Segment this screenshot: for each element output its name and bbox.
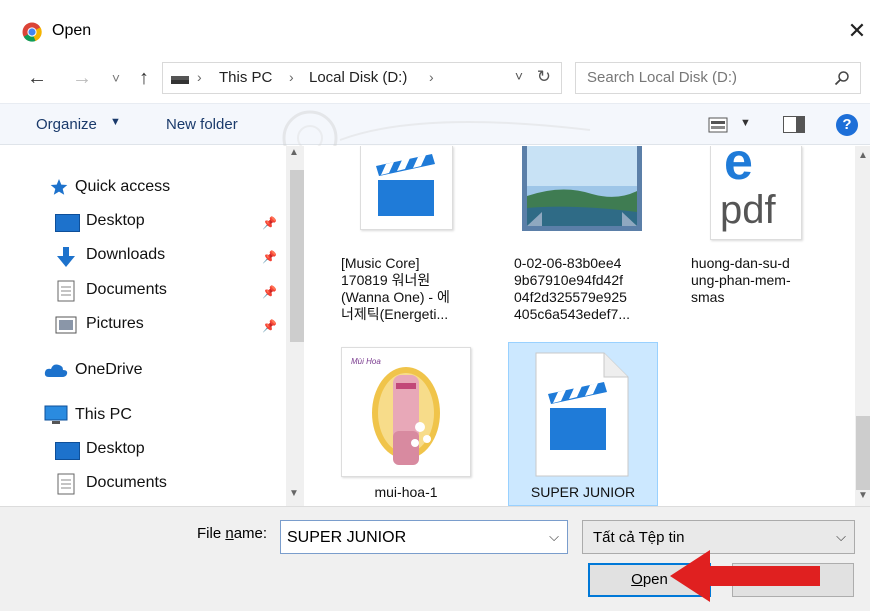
pin-icon: 📌: [262, 319, 277, 333]
address-bar[interactable]: › This PC › Local Disk (D:) › ˅ ↻: [162, 62, 562, 94]
nav-this-pc[interactable]: This PC: [75, 406, 132, 424]
window-title: Open: [52, 22, 92, 39]
documents-icon: [57, 280, 75, 302]
pin-icon: 📌: [262, 250, 277, 264]
documents-icon: [57, 473, 75, 495]
star-icon: [50, 179, 68, 195]
view-dropdown-button[interactable]: ▼: [740, 117, 751, 129]
preview-pane-button[interactable]: [783, 116, 805, 133]
help-button[interactable]: ?: [836, 114, 858, 136]
scroll-up-arrow-icon[interactable]: ▲: [289, 147, 299, 158]
up-button[interactable]: ↑: [132, 66, 156, 90]
back-button[interactable]: ←: [25, 66, 49, 90]
cloud-icon: [44, 364, 68, 377]
search-icon[interactable]: [834, 70, 850, 86]
file-item[interactable]: [522, 146, 642, 231]
file-name-field[interactable]: SUPER JUNIOR ⌵: [280, 520, 568, 554]
nav-documents[interactable]: Documents: [86, 281, 167, 299]
desktop-folder-icon: [55, 442, 80, 460]
view-options-icon[interactable]: [708, 117, 728, 133]
image-thumbnail-icon: [522, 146, 642, 231]
chrome-icon: [22, 22, 42, 42]
nav-onedrive[interactable]: OneDrive: [75, 361, 143, 379]
video-file-icon: [535, 352, 629, 477]
desktop-folder-icon: [55, 214, 80, 232]
file-name-selected[interactable]: SUPER JUNIOR: [508, 484, 658, 501]
edge-logo-icon: e: [724, 133, 753, 191]
navigation-pane: Quick access Desktop 📌 Downloads 📌 Docum…: [0, 146, 305, 506]
close-button[interactable]: ✕: [845, 18, 869, 44]
nav-downloads[interactable]: Downloads: [86, 246, 165, 264]
file-type-value[interactable]: Tất cả Tệp tin: [593, 529, 684, 546]
download-arrow-icon: [57, 247, 75, 267]
pictures-icon: [55, 316, 77, 334]
forward-button[interactable]: →: [70, 66, 94, 90]
file-name[interactable]: huong-dan-su-d ung-phan-mem- smas: [691, 255, 841, 306]
breadcrumb-local-disk[interactable]: Local Disk (D:): [309, 69, 407, 86]
nav-quick-access[interactable]: Quick access: [75, 178, 170, 196]
breadcrumb-separator[interactable]: ›: [197, 69, 202, 85]
recent-locations-button[interactable]: ˅: [104, 66, 128, 90]
title-bar: Open ✕: [0, 0, 870, 60]
file-name[interactable]: 0-02-06-83b0ee4 9b67910e94fd42f 04f2d325…: [514, 255, 664, 323]
file-item-selected[interactable]: [534, 352, 630, 477]
pdf-edge-icon: pdf: [720, 188, 776, 232]
file-name-value[interactable]: SUPER JUNIOR: [287, 529, 406, 547]
address-dropdown-button[interactable]: ˅: [515, 68, 523, 84]
pin-icon: 📌: [262, 285, 277, 299]
file-name[interactable]: [Music Core] 170819 워너원 (Wanna One) - 에 …: [341, 255, 491, 323]
nav-pictures[interactable]: Pictures: [86, 315, 144, 333]
file-item[interactable]: e pdf: [710, 133, 802, 240]
computer-icon: [44, 405, 68, 424]
search-input[interactable]: Search Local Disk (D:): [587, 69, 737, 86]
organize-button[interactable]: Organize: [36, 116, 97, 133]
file-item[interactable]: [360, 146, 453, 230]
chevron-down-icon[interactable]: ⌵: [836, 529, 846, 545]
chevron-down-icon[interactable]: ⌵: [549, 529, 559, 545]
red-arrow-annotation: [670, 550, 820, 602]
drive-icon: [171, 76, 189, 84]
breadcrumb-separator[interactable]: ›: [289, 69, 294, 85]
product-photo-icon: [372, 367, 440, 465]
chevron-down-icon[interactable]: ▼: [110, 116, 121, 128]
nav-scrollbar-thumb[interactable]: [290, 170, 304, 342]
video-clapper-icon: [376, 154, 435, 216]
scroll-down-arrow-icon[interactable]: ▼: [289, 488, 299, 499]
pin-icon: 📌: [262, 216, 277, 230]
nav-documents-this-pc[interactable]: Documents: [86, 474, 167, 492]
file-scrollbar-thumb[interactable]: [856, 416, 870, 490]
breadcrumb-this-pc[interactable]: This PC: [219, 69, 272, 86]
file-item[interactable]: Mùi Hoa: [341, 347, 471, 477]
nav-desktop[interactable]: Desktop: [86, 212, 145, 230]
scroll-up-arrow-icon[interactable]: ▲: [858, 150, 868, 161]
search-box[interactable]: Search Local Disk (D:): [575, 62, 861, 94]
file-name-label: File name:: [197, 525, 268, 542]
breadcrumb-separator[interactable]: ›: [429, 69, 434, 85]
new-folder-button[interactable]: New folder: [166, 116, 238, 133]
scroll-down-arrow-icon[interactable]: ▼: [858, 490, 868, 501]
file-name[interactable]: mui-hoa-1: [341, 484, 471, 501]
nav-desktop-this-pc[interactable]: Desktop: [86, 440, 145, 458]
refresh-button[interactable]: ↻: [537, 67, 551, 87]
